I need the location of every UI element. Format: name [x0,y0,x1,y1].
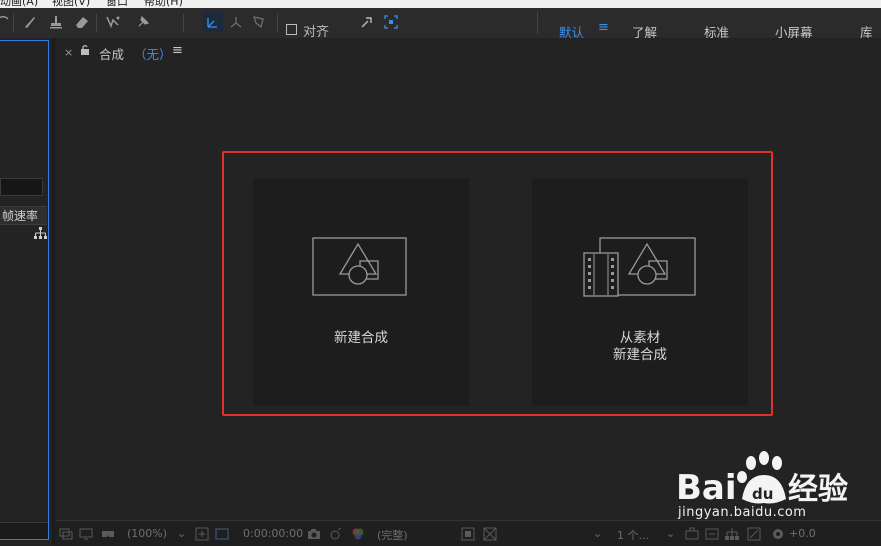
roto-brush-tool-icon[interactable] [103,12,123,32]
local-axis-mode-icon[interactable] [203,12,223,32]
new-composition-label: 新建合成 [334,330,388,346]
new-composition-button[interactable]: 新建合成 [253,178,469,406]
snap-checkbox[interactable] [286,24,297,35]
snap-options-icon[interactable] [357,12,377,32]
rotate-tool-icon[interactable] [0,12,14,32]
watermark-url: jingyan.baidu.com [678,505,807,520]
menu-item-view[interactable]: 视图(V) [52,0,90,8]
composition-icon [312,237,407,296]
magnification-dropdown[interactable]: (100%) [127,527,167,540]
chevron-down-icon[interactable]: ⌄ [593,527,602,540]
watermark-brand-left: Bai [676,468,737,508]
chevron-down-icon[interactable]: ⌄ [666,527,675,540]
comp-flowchart-icon[interactable] [725,526,739,540]
menu-bar: 动画(A) 视图(V) 窗口 帮助(H) [0,0,881,8]
flowchart-icon[interactable] [34,227,47,240]
region-of-interest-icon[interactable] [215,526,229,540]
project-panel-footer [0,522,48,539]
menu-item-window[interactable]: 窗口 [106,0,128,8]
title-action-safe-icon[interactable] [195,526,209,541]
project-panel: 帧速率 [0,38,52,545]
frame-rate-column-label: 帧速率 [2,209,39,223]
resolution-dropdown[interactable]: (完整) [377,527,408,543]
menu-item-help[interactable]: 帮助(H) [144,0,183,8]
lock-icon[interactable] [80,44,90,56]
toggle-pixel-aspect-icon[interactable] [685,526,699,540]
toolbar-divider [537,12,538,34]
clone-stamp-tool-icon[interactable] [46,12,66,32]
footage-composition-icon [583,237,696,297]
view-layout-dropdown[interactable]: 1 个... [617,527,649,543]
tools-toolbar: 对齐 默认 ≡ 了解 标准 小屏幕 库 [0,8,881,40]
brush-tool-icon[interactable] [20,12,40,32]
svg-text:du: du [752,485,773,503]
always-preview-icon[interactable] [59,526,73,540]
view-axis-mode-icon[interactable] [249,12,269,32]
project-column-header[interactable]: 帧速率 [0,206,47,225]
world-axis-mode-icon[interactable] [226,12,246,32]
watermark-brand-right: 经验 [788,472,848,507]
vr-mask-icon[interactable] [101,526,115,540]
panel-focus-frame [0,40,49,540]
new-composition-from-footage-button[interactable]: 从素材 新建合成 [532,178,748,406]
show-snapshot-icon[interactable] [329,526,343,540]
from-footage-label: 从素材 [619,330,661,346]
toolbar-divider [183,14,184,32]
snap-target-icon[interactable] [381,12,401,32]
hamburger-icon[interactable]: ≡ [598,20,609,35]
fast-previews-icon[interactable] [461,526,475,541]
reset-exposure-icon[interactable] [747,526,761,541]
composition-tab-bar: × 合成 （无） ≡ [55,38,881,66]
composition-tab-title[interactable]: 合成 [99,44,124,63]
timeline-icon[interactable] [705,526,719,540]
eraser-tool-icon[interactable] [72,12,92,32]
toolbar-divider [277,14,278,32]
transparency-grid-icon[interactable] [483,526,497,541]
composition-tab-none: （无） [134,47,172,62]
current-time-display[interactable]: 0:00:00:00 [243,527,303,540]
panel-menu-icon[interactable]: ≡ [172,43,183,58]
menu-item-animation[interactable]: 动画(A) [0,0,38,8]
chevron-down-icon[interactable]: ⌄ [177,527,186,540]
toolbar-divider [96,14,97,32]
snapshot-camera-icon[interactable] [307,526,321,540]
exposure-value[interactable]: +0.0 [789,527,816,540]
project-search-input[interactable] [0,178,43,196]
color-channels-icon[interactable] [351,526,365,540]
new-composition-label: 新建合成 [613,347,667,363]
close-icon[interactable]: × [64,46,73,59]
monitor-icon[interactable] [79,526,93,540]
exposure-icon[interactable] [771,526,785,540]
toolbar-divider [13,14,14,32]
puppet-pin-tool-icon[interactable] [133,12,153,32]
